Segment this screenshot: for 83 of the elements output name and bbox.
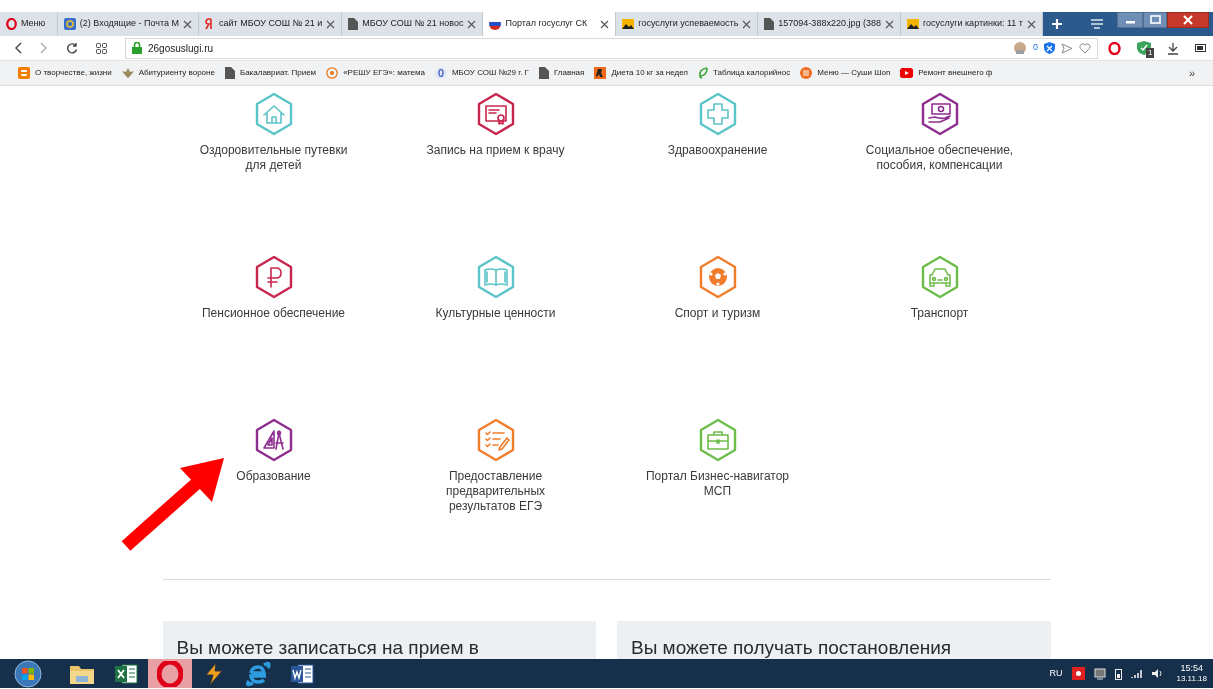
- card-title: Вы можете получать постановления: [631, 637, 952, 658]
- service-link[interactable]: Пенсионное обеспечение: [202, 306, 345, 321]
- service-link[interactable]: Образование: [236, 469, 311, 484]
- close-icon[interactable]: [183, 19, 192, 29]
- menu-icon[interactable]: [1091, 19, 1103, 29]
- tab-title: 157094-388x220.jpg (388: [778, 17, 881, 31]
- bookmark-link[interactable]: «РЕШУ ЕГЭ»: матема: [326, 67, 425, 79]
- speaker-icon[interactable]: [1152, 668, 1165, 679]
- bookmark-link[interactable]: Абитуриенту вороне: [121, 67, 215, 79]
- service-link[interactable]: Оздоровительные путевки для детей: [193, 143, 354, 173]
- close-icon[interactable]: [1167, 12, 1209, 28]
- close-icon[interactable]: [1027, 19, 1036, 29]
- maximize-icon[interactable]: [1143, 12, 1167, 28]
- address-field[interactable]: 26gosuslugi.ru 0: [125, 37, 1098, 59]
- reload-icon[interactable]: [66, 42, 78, 54]
- count-badge: 1: [1146, 48, 1155, 58]
- record-icon[interactable]: [1072, 667, 1086, 680]
- opera-icon: [6, 18, 17, 30]
- tab-title: (2) Входящие - Почта М: [79, 17, 179, 31]
- service-link[interactable]: Портал Бизнес-навигатор МСП: [637, 469, 798, 499]
- service-link[interactable]: Культурные ценности: [435, 306, 556, 321]
- browser-e-icon[interactable]: [244, 660, 272, 687]
- browser-tab[interactable]: Портал госуслуг СК: [483, 12, 617, 36]
- tab-title: Портал госуслуг СК: [505, 17, 589, 31]
- image-icon: [622, 19, 635, 29]
- tab-title: МБОУ СОШ № 21 новос: [362, 17, 464, 31]
- tab-title: госуслуги картинки: 11 т: [922, 17, 1023, 31]
- back-icon[interactable]: [14, 42, 22, 54]
- bookmark-link[interactable]: Бакалавриат. Прием: [224, 67, 317, 79]
- document-icon: [224, 67, 235, 79]
- service-link[interactable]: Социальное обеспечение, пособия, компенсации: [859, 143, 1020, 173]
- yandex-icon: [205, 18, 215, 30]
- close-icon[interactable]: [467, 19, 477, 29]
- bookmark-link[interactable]: Диета 10 кг за недел: [594, 67, 689, 79]
- more-bookmarks-button[interactable]: »: [1188, 64, 1195, 82]
- bookmark-link[interactable]: МБОУ СОШ №29 г. Г: [434, 67, 529, 79]
- document-icon: [538, 67, 549, 79]
- document-icon: [764, 18, 775, 30]
- lock-icon: [132, 42, 142, 54]
- service-link[interactable]: Запись на прием к врачу: [426, 143, 565, 158]
- leaf-icon: [698, 67, 709, 79]
- bookmark-link[interactable]: Ремонт внешнего ф: [900, 67, 993, 79]
- bookmark-link[interactable]: Главная: [538, 67, 585, 79]
- blogger-icon: [18, 67, 30, 79]
- bookmark-link[interactable]: Меню — Суши Шоп: [800, 67, 891, 79]
- flag-icon: [489, 18, 502, 30]
- bookmark-link[interactable]: Таблица калорийнос: [698, 67, 791, 79]
- sun-icon: [326, 67, 339, 79]
- download-icon[interactable]: [1167, 41, 1179, 55]
- start-icon[interactable]: [14, 659, 42, 688]
- spreadsheet-icon[interactable]: [114, 662, 138, 685]
- battery-icon[interactable]: [1195, 44, 1207, 52]
- close-icon[interactable]: [326, 19, 336, 29]
- card-title: Вы можете записаться на прием в: [176, 637, 479, 658]
- document-w-icon[interactable]: [290, 662, 314, 685]
- service-link[interactable]: Транспорт: [910, 306, 969, 321]
- opera-icon[interactable]: [1108, 41, 1121, 55]
- service-link[interactable]: Здравоохранение: [667, 143, 768, 158]
- plus-icon[interactable]: [1051, 18, 1063, 30]
- close-icon[interactable]: [600, 19, 610, 29]
- grid-icon[interactable]: [96, 42, 107, 54]
- service-link[interactable]: Предоставление предварительных результатов ЕГЭ: [415, 469, 576, 514]
- send-icon[interactable]: [1061, 42, 1073, 54]
- tab-title: сайт МБОУ СОШ № 21 и: [219, 17, 323, 31]
- document-icon: [348, 18, 359, 30]
- youtube-icon: [900, 68, 914, 78]
- close-icon[interactable]: [742, 19, 752, 29]
- bookmark-link[interactable]: О творчестве, жизни: [18, 67, 112, 79]
- service-link[interactable]: Спорт и туризм: [674, 306, 761, 321]
- tab-title: госуслуги успеваемость: [638, 17, 739, 31]
- clock-date: 13.11.18: [1176, 674, 1207, 684]
- close-icon[interactable]: [884, 19, 894, 29]
- heart-icon[interactable]: [1079, 42, 1091, 54]
- signal-icon[interactable]: [1131, 668, 1144, 679]
- url-text: 26gosuslugi.ru: [148, 41, 214, 56]
- minimize-icon[interactable]: [1117, 12, 1143, 28]
- image-icon: [906, 19, 919, 29]
- shield-icon[interactable]: [1044, 42, 1055, 54]
- blocked-count: 0: [1033, 41, 1038, 55]
- clock-time: 15:54: [1180, 663, 1203, 674]
- language-indicator: RU: [1049, 666, 1063, 680]
- mail-icon: [63, 18, 76, 30]
- emblem-icon: [121, 67, 134, 79]
